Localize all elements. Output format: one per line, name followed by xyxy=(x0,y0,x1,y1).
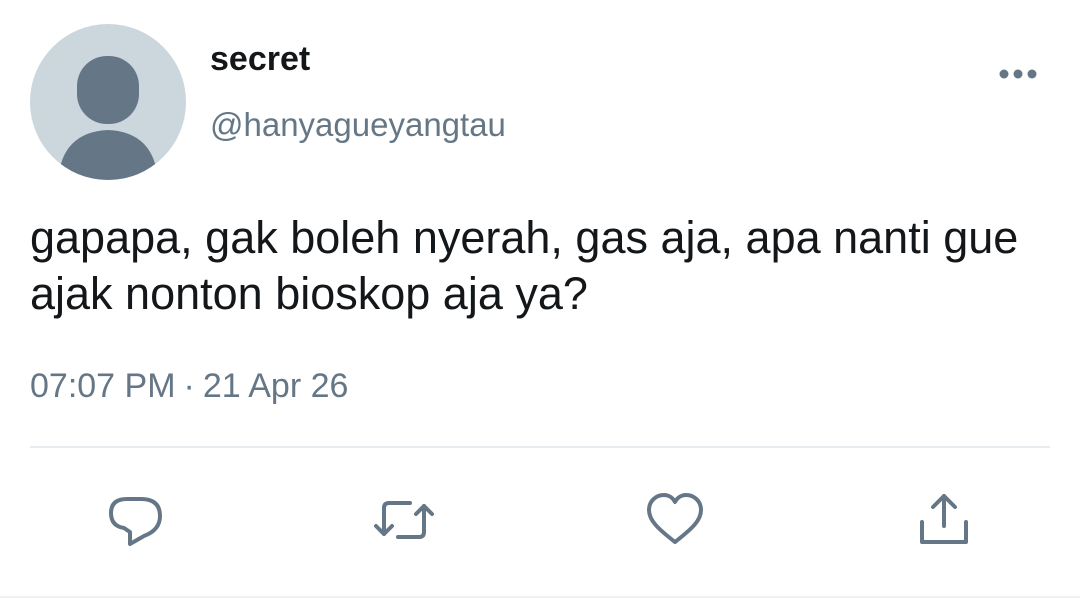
display-name[interactable]: secret xyxy=(210,38,310,80)
tweet-time: 07:07 PM xyxy=(30,367,176,405)
retweet-button[interactable] xyxy=(372,488,436,552)
tweet-text: gapapa, gak boleh nyerah, gas aja, apa n… xyxy=(30,212,1019,319)
more-options-icon xyxy=(999,69,1037,79)
action-bar xyxy=(0,488,1080,552)
divider xyxy=(30,446,1050,448)
more-options-button[interactable] xyxy=(996,60,1040,88)
timestamp[interactable]: 07:07 PM · 21 Apr 26 xyxy=(30,364,348,408)
timestamp-separator: · xyxy=(183,367,195,405)
bottom-border xyxy=(0,596,1080,598)
reply-button[interactable] xyxy=(104,488,168,552)
user-handle[interactable]: @hanyagueyangtau xyxy=(210,104,506,146)
retweet-icon xyxy=(374,501,434,539)
share-button[interactable] xyxy=(912,488,976,552)
heart-icon xyxy=(647,493,703,544)
tweet-date: 21 Apr 26 xyxy=(202,367,349,405)
reply-icon xyxy=(109,497,162,546)
like-button[interactable] xyxy=(643,488,707,552)
default-profile-silhouette-icon xyxy=(58,56,158,180)
avatar[interactable] xyxy=(30,24,186,180)
share-icon xyxy=(920,494,968,544)
tweet-card: secret @hanyagueyangtau gapapa, gak bole… xyxy=(0,0,1080,612)
